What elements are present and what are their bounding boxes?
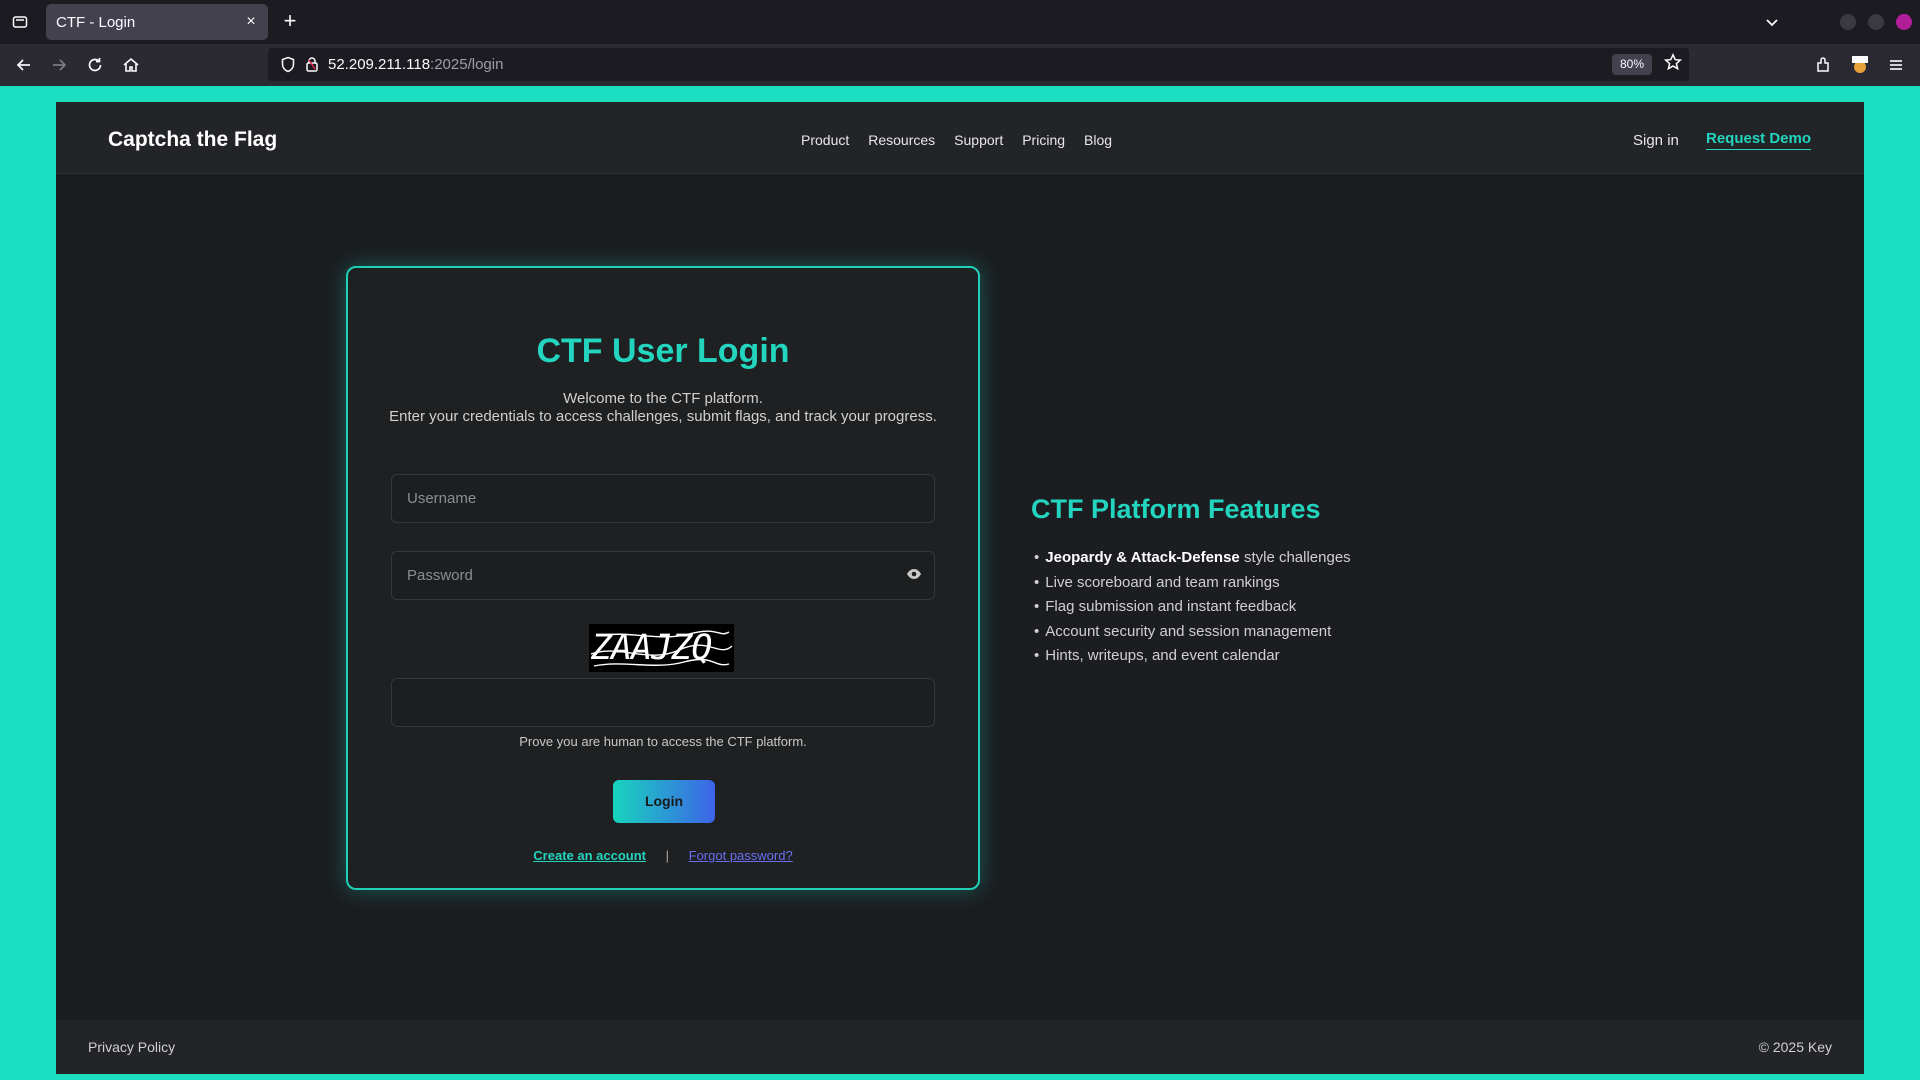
login-subtitle: Welcome to the CTF platform. Enter your … [388,390,938,426]
url-text[interactable]: 52.209.211.118:2025/login [328,56,503,73]
arrow-left-icon[interactable] [12,53,36,77]
nav-link-pricing[interactable]: Pricing [1022,132,1065,148]
feature-1-bold: Jeopardy & Attack-Defense [1045,549,1240,566]
feature-item: • Live scoreboard and team rankings [1034,573,1280,591]
eye-icon[interactable] [906,566,924,584]
subtitle-line-2: Enter your credentials to access challen… [389,408,937,425]
url-host: 52.209.211.118 [328,56,431,73]
features-title: CTF Platform Features [1031,494,1321,524]
features-list: • Jeopardy & Attack-Defense style challen… [1034,546,1351,669]
feature-item: • Flag submission and instant feedback [1034,598,1297,615]
feature-item: • Jeopardy & Attack-Defense style challen… [1034,549,1351,566]
lock-icon[interactable] [305,56,319,77]
feature-5: Hints, writeups, and event calendar [1045,647,1280,664]
new-tab-icon[interactable]: + [278,10,302,34]
login-card: CTF User Login Welcome to the CTF platfo… [346,266,980,890]
forgot-password-link[interactable]: Forgot password? [689,848,793,863]
subtitle-line-1: Welcome to the CTF platform. [563,390,763,407]
feature-3: Flag submission and instant feedback [1045,598,1297,615]
address-bar[interactable]: 52.209.211.118:2025/login 80% [268,48,1689,81]
copyright-text: © 2025 Key [1758,1039,1832,1055]
feature-4: Account security and session management [1045,622,1332,640]
sign-in-link[interactable]: Sign in [1633,132,1679,149]
password-placeholder: Password [407,567,473,584]
maximize-window-button[interactable] [1868,14,1884,30]
privacy-policy-link[interactable]: Privacy Policy [88,1039,175,1055]
site-header: Captcha the Flag Product Resources Suppo… [56,102,1864,174]
browser-tab-active[interactable]: CTF - Login × [46,4,268,40]
arrow-right-icon[interactable] [47,53,71,77]
feature-1-rest: style challenges [1239,549,1351,566]
reload-icon[interactable] [83,53,107,77]
url-path: :2025/login [430,56,504,73]
username-placeholder: Username [407,490,477,507]
close-tab-icon[interactable]: × [242,13,260,31]
link-separator: | [665,848,670,863]
zoom-level-badge[interactable]: 80% [1612,54,1652,75]
nav-link-resources[interactable]: Resources [868,132,935,148]
username-field[interactable]: Username [391,474,935,523]
home-icon[interactable] [119,53,143,77]
login-button[interactable]: Login [613,780,715,823]
close-window-button[interactable] [1896,14,1912,30]
nav-link-support[interactable]: Support [954,132,1003,148]
browser-nav-bar: 52.209.211.118:2025/login 80% [0,44,1920,86]
star-icon[interactable] [1663,52,1683,76]
browser-tab-bar: CTF - Login × + [0,0,1920,44]
site-footer: Privacy Policy © 2025 Key [56,1020,1864,1074]
create-account-link[interactable]: Create an account [533,848,646,863]
shield-icon[interactable] [280,56,296,78]
nav-link-blog[interactable]: Blog [1084,132,1112,148]
feature-item: • Account security and session management [1034,622,1332,640]
login-title: CTF User Login [536,332,790,370]
main-nav: Product Resources Support Pricing Blog [801,132,1112,148]
page: Captcha the Flag Product Resources Suppo… [56,102,1864,1074]
site-brand[interactable]: Captcha the Flag [108,128,277,152]
account-links: Create an account | Forgot password? [348,848,978,863]
nav-link-product[interactable]: Product [801,132,849,148]
captcha-input[interactable] [391,678,935,727]
minimize-window-button[interactable] [1840,14,1856,30]
password-field[interactable]: Password [391,551,935,600]
feature-2: Live scoreboard and team rankings [1045,573,1280,591]
tab-overview-icon[interactable] [8,10,32,34]
captcha-hint: Prove you are human to access the CTF pl… [519,734,807,749]
extension-badge-icon[interactable] [1848,53,1872,77]
feature-item: • Hints, writeups, and event calendar [1034,647,1280,664]
extensions-icon[interactable] [1812,53,1836,77]
chevron-down-icon[interactable] [1762,12,1782,32]
tab-title: CTF - Login [56,13,136,31]
menu-icon[interactable] [1884,53,1908,77]
captcha-image: ZAAJZQ [589,624,734,672]
request-demo-link[interactable]: Request Demo [1706,130,1812,150]
